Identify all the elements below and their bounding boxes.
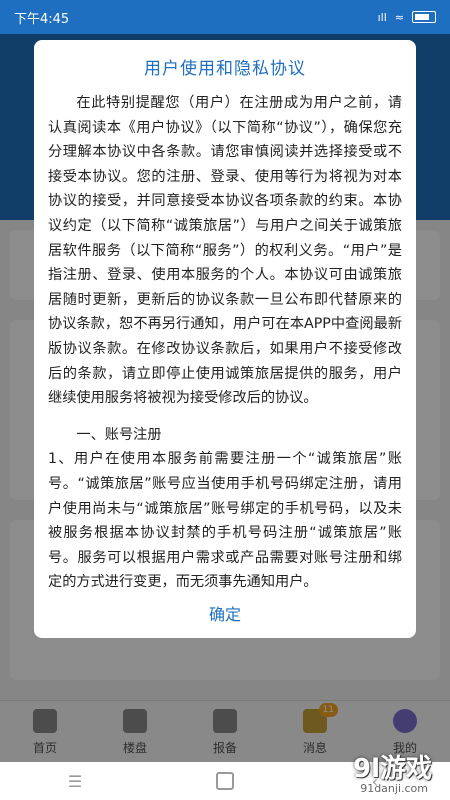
- watermark-url: 91danji.com: [360, 782, 428, 795]
- status-bar: 下午4:45 ıll ≈: [0, 0, 450, 34]
- battery-icon: [412, 11, 436, 23]
- menu-icon[interactable]: ☰: [60, 771, 90, 791]
- status-time: 下午4:45: [14, 11, 70, 27]
- status-icons: ıll ≈: [378, 11, 436, 24]
- agreement-paragraph: 1、用户在使用本服务前需要注册一个“诚策旅居”账号。“诚策旅居”账号应当使用手机…: [48, 451, 402, 591]
- section-title: 一、账号注册: [76, 426, 162, 443]
- wifi-icon: ≈: [394, 10, 404, 24]
- signal-icon: ıll: [377, 10, 387, 24]
- home-nav-icon[interactable]: [210, 771, 240, 791]
- agreement-dialog: 用户使用和隐私协议 在此特别提醒您（用户）在注册成为用户之前，请认真阅读本《用户…: [34, 40, 416, 638]
- agreement-content[interactable]: 在此特别提醒您（用户）在注册成为用户之前，请认真阅读本《用户协议》（以下简称“协…: [48, 91, 402, 591]
- agreement-paragraph: 在此特别提醒您（用户）在注册成为用户之前，请认真阅读本《用户协议》（以下简称“协…: [48, 95, 402, 407]
- confirm-button[interactable]: 确定: [34, 588, 416, 638]
- watermark-logo: 9l游戏: [352, 754, 432, 784]
- dialog-title: 用户使用和隐私协议: [144, 59, 306, 79]
